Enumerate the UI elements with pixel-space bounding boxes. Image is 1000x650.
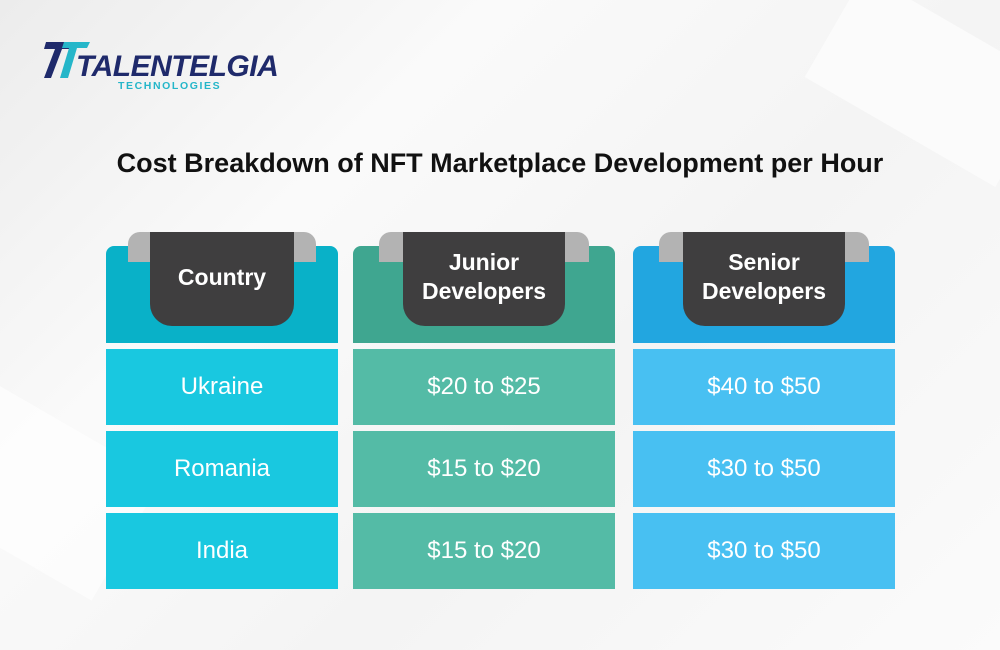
table-cell-country: Ukraine [106,349,338,425]
header-tab: Senior Developers [683,232,845,326]
header-label: Developers [701,278,826,304]
column-junior: Junior Developers $20 to $25 $15 to $20 $15 … [353,232,615,589]
header-label: Country [177,263,267,290]
column-header-junior: Junior Developers [353,232,615,343]
column-header-senior: Senior Developers [633,232,895,343]
logo-name: TALENTELGIA [76,50,279,83]
header-label: Developers [421,278,546,304]
page-title: Cost Breakdown of NFT Marketplace Develo… [116,148,884,178]
table-cell-senior: $30 to $50 [633,513,895,589]
header-label: Senior [728,249,800,275]
table-cell-junior: $15 to $20 [353,431,615,507]
column-country: Country Ukraine Romania India [106,232,338,589]
table-cell-senior: $30 to $50 [633,431,895,507]
table-cell-country: India [106,513,338,589]
table-cell-senior: $40 to $50 [633,349,895,425]
header-tab: Junior Developers [403,232,565,326]
table-cell-country: Romania [106,431,338,507]
header-label: Junior [448,249,520,275]
column-header-country: Country [106,232,338,343]
logo-tagline: TECHNOLOGIES [118,80,222,92]
company-logo: TALENTELGIA TECHNOLOGIES [44,40,279,92]
table-cell-junior: $20 to $25 [353,349,615,425]
column-senior: Senior Developers $40 to $50 $30 to $50 $30 … [633,232,895,589]
table-cell-junior: $15 to $20 [353,513,615,589]
header-tab: Country [150,232,294,326]
